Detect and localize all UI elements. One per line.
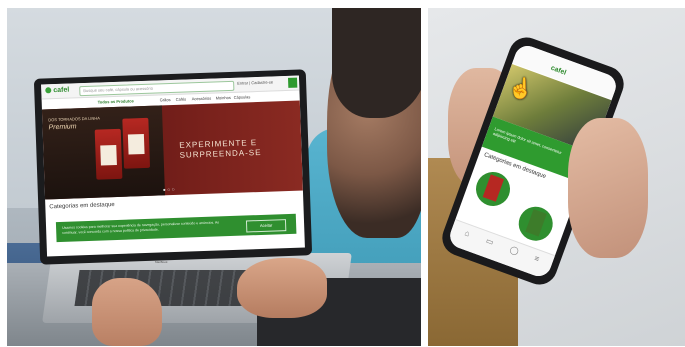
logo-bean-icon	[45, 87, 52, 94]
person-hair	[332, 8, 421, 118]
right-hand	[237, 258, 327, 318]
left-hand	[92, 278, 162, 346]
coffee-bag-image	[122, 117, 151, 169]
cookie-banner: Usamos cookies para melhorar sua experiê…	[55, 213, 297, 243]
hero-headline: EXPERIMENTE E SURPREENDA-SE	[179, 138, 262, 161]
site-logo[interactable]: cafel	[45, 87, 69, 95]
laptop-screen: cafel Busque seu café, cápsula ou acessó…	[41, 75, 305, 257]
nav-item-capsulas[interactable]: Cápsulas	[234, 94, 251, 100]
hero-small-text: DOS TORRADOS DA LINHA	[48, 115, 101, 123]
coffee-bag-image	[94, 128, 123, 180]
laptop-photo: cafel Busque seu café, cápsula ou acessó…	[7, 8, 421, 346]
hero-headline-line-2: SURPREENDA-SE	[179, 147, 262, 160]
mobile-category-item[interactable]	[513, 201, 558, 246]
cart-icon[interactable]: ▭	[481, 235, 499, 249]
site-logo-text: cafel	[53, 86, 70, 95]
user-icon[interactable]: ◯	[505, 244, 523, 258]
laptop-brand-label: MacBook	[155, 260, 168, 264]
nav-item-cafes[interactable]: Cafés	[176, 97, 187, 102]
cookie-text: Usamos cookies para melhorar sua experiê…	[62, 220, 220, 235]
nav-item-acessorios[interactable]: Acessórios	[192, 96, 212, 102]
hero-banner[interactable]: DOS TORRADOS DA LINHA Premium EXPERIMENT…	[41, 100, 303, 200]
mobile-logo[interactable]: cafel	[550, 65, 567, 77]
hero-product-panel: DOS TORRADOS DA LINHA Premium	[41, 105, 166, 200]
cart-icon[interactable]	[287, 77, 298, 88]
menu-icon[interactable]: ≡	[528, 252, 546, 266]
section-title: Categorias em destaque	[49, 202, 115, 211]
nav-item-graos[interactable]: Grãos	[160, 97, 171, 102]
thumb	[568, 118, 648, 258]
cookie-accept-button[interactable]: Aceitar	[245, 219, 287, 233]
pointer-hand-icon: ☝	[508, 78, 533, 100]
nav-item-all-products[interactable]: Todos os Produtos	[98, 98, 134, 104]
mobile-category-item[interactable]	[471, 167, 515, 211]
phone-photo: cafel Lorem ipsum dolor sit amet, consec…	[428, 8, 685, 346]
nav-item-moinhos[interactable]: Moinhos	[216, 95, 231, 101]
hero-premium-text: Premium	[48, 123, 77, 132]
home-icon[interactable]: ⌂	[458, 226, 476, 240]
login-link[interactable]: Entrar | Cadastre-se	[237, 79, 273, 85]
carousel-dots[interactable]: ● ○ ○	[163, 187, 175, 193]
